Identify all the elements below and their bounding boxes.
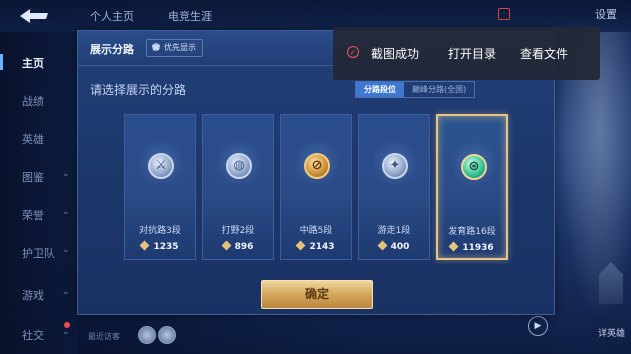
lane-role-label: 发育路16段 [448, 227, 496, 237]
chevron-down-icon: ⌄ [62, 245, 70, 255]
sword-emblem-icon: ⚔ [148, 153, 174, 179]
wing-emblem-icon: ✦ [382, 153, 408, 179]
sidebar-item-label: 游戏 [22, 289, 44, 302]
back-arrow-icon[interactable] [18, 6, 52, 24]
sidebar-item-label: 护卫队 [22, 247, 55, 260]
lane-card-farm-selected[interactable]: ⊛ 发育路16段 11936 [436, 114, 508, 260]
lane-score: 896 [203, 240, 273, 252]
screenshot-toast: ✓ 截图成功 打开目录 查看文件 [333, 27, 600, 80]
avatar[interactable] [138, 326, 156, 344]
tab-peak-lane-national[interactable]: 巅峰分路(全国) [404, 82, 474, 97]
view-file-button[interactable]: 查看文件 [520, 45, 568, 62]
sidebar-item-label: 战绩 [22, 95, 44, 108]
priority-display-label: 优先显示 [164, 43, 196, 52]
priority-display-button[interactable]: 优先显示 [146, 39, 203, 57]
points-icon [296, 240, 306, 251]
mail-icon[interactable] [498, 8, 510, 20]
settings-button[interactable]: 设置 [595, 6, 617, 22]
points-icon [221, 240, 232, 251]
lane-role-label: 打野2段 [221, 226, 255, 236]
lane-card-mid[interactable]: ⊘ 中路5段 2143 [280, 114, 352, 260]
chevron-down-icon: ⌄ [62, 207, 70, 217]
sidebar: 主页 战绩 英雄 图鉴 ⌄ 荣誉 ⌄ 护卫队 ⌄ 游戏 ⌄ 社交 ⌄ [0, 32, 78, 354]
avatar[interactable] [158, 326, 176, 344]
chevron-down-icon: ⌄ [62, 169, 70, 179]
swirl-emblem-icon: ◍ [226, 153, 252, 179]
lane-card-list: ⚔ 对抗路3段 1235 ◍ 打野2段 896 ⊘ 中路5段 2143 ✦ 游走… [124, 114, 544, 262]
confirm-button[interactable]: 确定 [261, 280, 373, 309]
points-icon [448, 241, 459, 252]
chevron-down-icon: ⌄ [62, 287, 70, 297]
dialog-title: 展示分路 [90, 43, 134, 56]
lane-score-value: 11936 [462, 243, 494, 253]
lane-score-value: 400 [390, 242, 410, 252]
tab-esports-career[interactable]: 电竞生涯 [168, 8, 212, 24]
sidebar-item-label: 主页 [22, 57, 44, 70]
sidebar-item-games[interactable]: 游戏 ⌄ [0, 284, 78, 304]
tab-profile[interactable]: 个人主页 [90, 8, 134, 24]
sidebar-item-label: 图鉴 [22, 171, 44, 184]
lane-card-roam[interactable]: ✦ 游走1段 400 [358, 114, 430, 260]
lane-card-clash[interactable]: ⚔ 对抗路3段 1235 [124, 114, 196, 260]
sidebar-item-record[interactable]: 战绩 [0, 90, 78, 110]
points-icon [377, 240, 388, 251]
sidebar-item-label: 英雄 [22, 133, 44, 146]
lane-score: 400 [359, 240, 429, 252]
check-circle-icon: ✓ [347, 46, 359, 58]
sidebar-item-label: 荣誉 [22, 209, 44, 222]
lane-score-value: 896 [234, 242, 254, 252]
slash-emblem-icon: ⊘ [304, 153, 330, 179]
notification-dot [64, 322, 70, 328]
sidebar-item-collection[interactable]: 图鉴 ⌄ [0, 166, 78, 186]
lane-role-label: 对抗路3段 [139, 226, 181, 236]
lane-score: 2143 [281, 240, 351, 252]
sidebar-item-home[interactable]: 主页 [0, 52, 78, 72]
points-icon [140, 240, 150, 251]
lane-score: 1235 [125, 240, 195, 252]
open-directory-button[interactable]: 打开目录 [448, 45, 496, 62]
lane-score: 11936 [438, 241, 506, 253]
hero-showcase-background [553, 32, 631, 354]
gear-icon [152, 43, 160, 51]
sidebar-item-honor[interactable]: 荣誉 ⌄ [0, 204, 78, 224]
lane-mode-toggle: 分路段位 巅峰分路(全国) [355, 81, 476, 98]
tab-lane-rank[interactable]: 分路段位 [356, 82, 404, 97]
recent-visitors-label: 最近访客 [88, 332, 120, 341]
play-icon[interactable]: ▶ [528, 316, 548, 336]
hero-detail-label[interactable]: 详英雄 [598, 326, 625, 339]
lane-score-value: 2143 [309, 242, 335, 252]
sidebar-item-heroes[interactable]: 英雄 [0, 128, 78, 148]
target-emblem-icon: ⊛ [461, 154, 487, 180]
sidebar-item-guard-team[interactable]: 护卫队 ⌄ [0, 242, 78, 262]
lane-card-jungle[interactable]: ◍ 打野2段 896 [202, 114, 274, 260]
select-lane-prompt: 请选择展示的分路 [90, 83, 187, 97]
sidebar-item-label: 社交 [22, 329, 44, 342]
lane-role-label: 中路5段 [299, 226, 333, 236]
toast-message: 截图成功 [371, 47, 420, 61]
chevron-down-icon: ⌄ [62, 327, 70, 337]
lane-role-label: 游走1段 [377, 226, 411, 236]
lane-score-value: 1235 [153, 242, 179, 252]
